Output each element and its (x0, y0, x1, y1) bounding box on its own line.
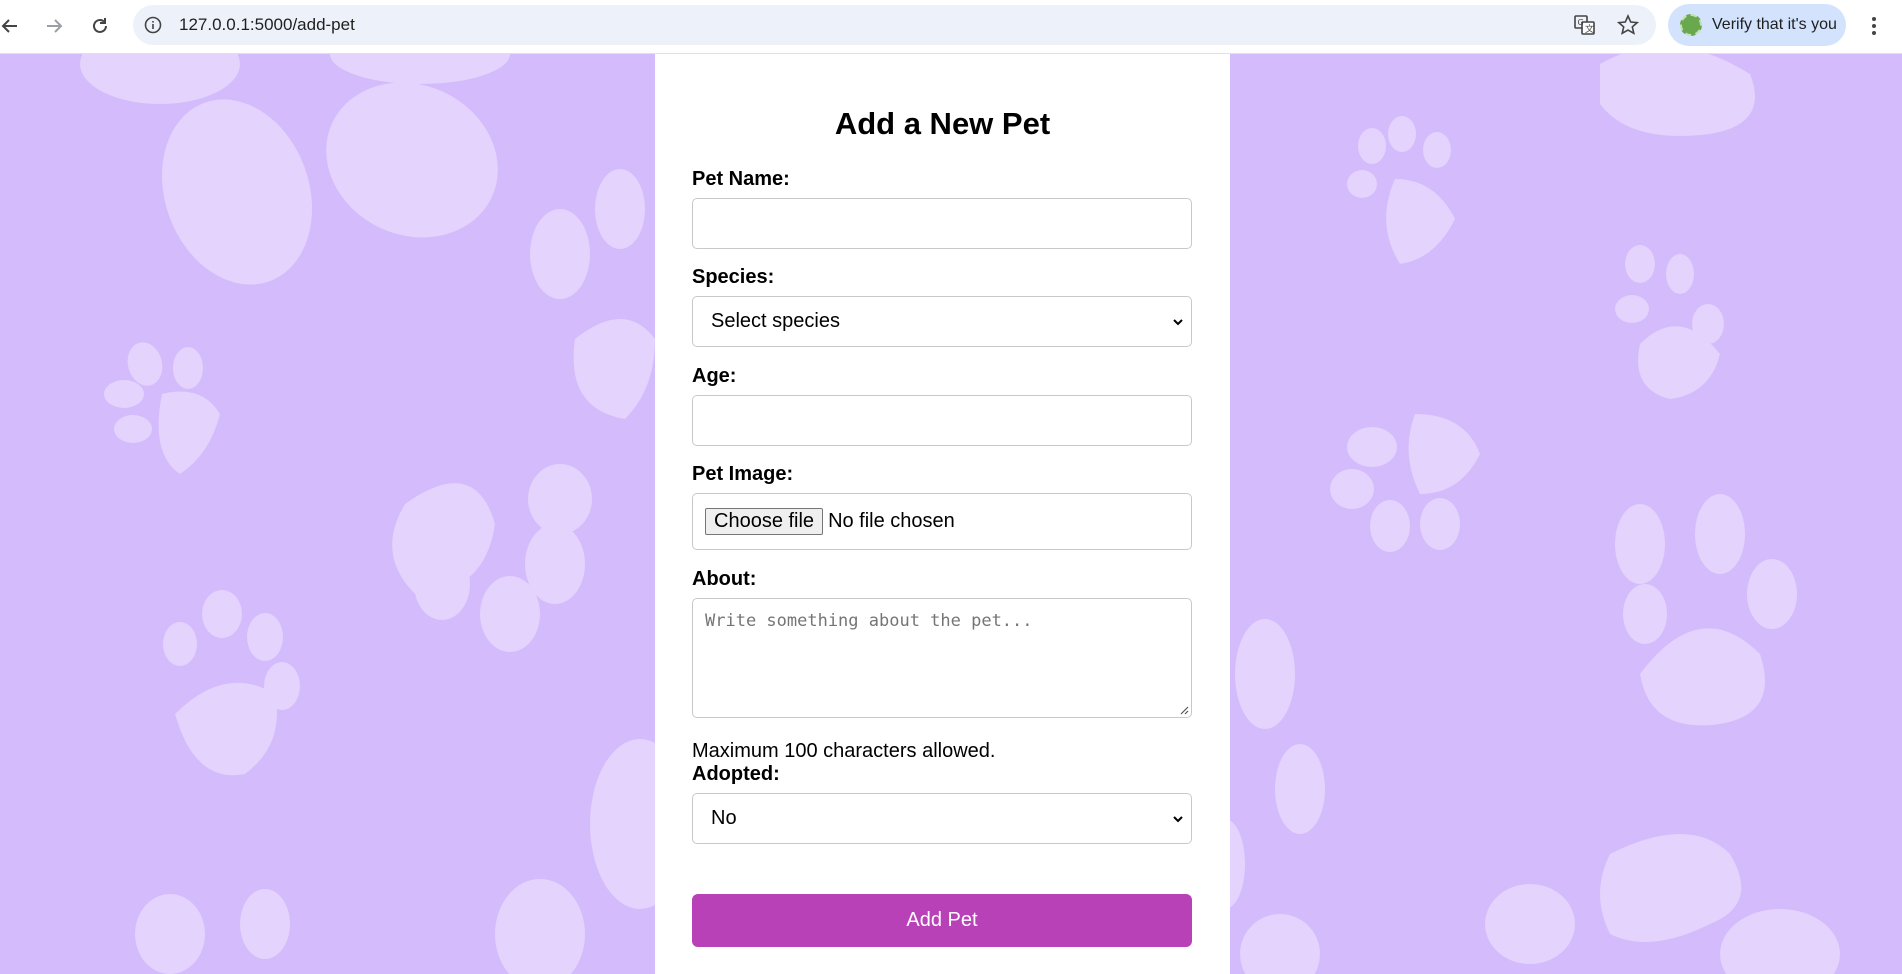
species-select[interactable]: Select species (692, 296, 1192, 347)
age-input[interactable] (692, 395, 1192, 446)
adopted-label: Adopted: (692, 763, 780, 785)
about-hint: Maximum 100 characters allowed. (692, 740, 996, 762)
star-icon[interactable] (1617, 14, 1639, 36)
pet-image-label: Pet Image: (692, 463, 794, 485)
reload-icon[interactable] (86, 12, 114, 40)
profile-chip[interactable]: Verify that it's you (1668, 4, 1846, 46)
page-title: Add a New Pet (834, 106, 1051, 141)
add-pet-form: Add a New Pet Pet Name: Species: Select … (655, 54, 1230, 974)
adopted-selected-value: No (711, 807, 737, 829)
svg-text:文: 文 (1585, 23, 1594, 35)
age-label: Age: (692, 365, 737, 387)
page-background: Add a New Pet Pet Name: Species: Select … (0, 54, 1902, 974)
profile-label: Verify that it's you (1712, 16, 1837, 33)
pet-image-field: Choose file No file chosen (692, 493, 1192, 550)
forward-arrow-icon[interactable] (40, 12, 68, 40)
url-text[interactable]: 127.0.0.1:5000/add-pet (179, 15, 355, 35)
species-label: Species: (692, 266, 775, 288)
pet-name-input[interactable] (692, 198, 1192, 249)
about-placeholder: Write something about the pet... (705, 611, 1033, 631)
address-bar[interactable]: 127.0.0.1:5000/add-pet 文G (133, 5, 1656, 45)
choose-file-button[interactable]: Choose file (705, 508, 824, 535)
about-textarea[interactable]: Write something about the pet... (692, 598, 1192, 718)
avatar (1680, 14, 1702, 36)
chevron-down-icon (1173, 815, 1183, 822)
chevron-down-icon (1173, 318, 1183, 325)
add-pet-button[interactable]: Add Pet (692, 894, 1192, 947)
about-label: About: (692, 568, 757, 590)
kebab-menu-icon[interactable] (1862, 12, 1886, 40)
back-arrow-icon[interactable] (0, 12, 24, 40)
adopted-select[interactable]: No (692, 793, 1192, 844)
info-icon[interactable] (143, 15, 163, 35)
resize-handle-icon[interactable] (1179, 705, 1189, 715)
file-status: No file chosen (828, 510, 955, 532)
pet-name-label: Pet Name: (692, 168, 790, 190)
translate-icon[interactable]: 文G (1574, 14, 1596, 36)
species-selected-value: Select species (711, 310, 840, 332)
browser-toolbar: 127.0.0.1:5000/add-pet 文G Verify that it… (0, 0, 1902, 54)
svg-text:G: G (1578, 18, 1584, 27)
